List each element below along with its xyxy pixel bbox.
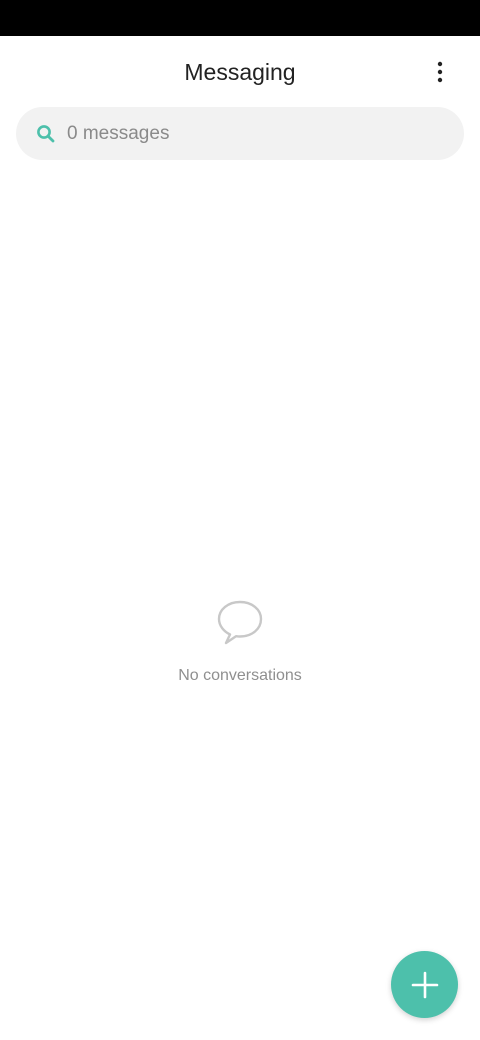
search-icon	[36, 124, 56, 144]
chat-bubble-icon	[216, 598, 264, 648]
search-bar[interactable]	[16, 107, 464, 160]
new-conversation-button[interactable]	[391, 951, 458, 1018]
more-vertical-icon	[437, 61, 443, 83]
messaging-screen: Messaging No conversations	[0, 0, 480, 1040]
status-bar	[0, 0, 480, 36]
search-input[interactable]	[67, 118, 427, 149]
more-options-button[interactable]	[422, 56, 458, 88]
page-title: Messaging	[184, 59, 296, 85]
empty-state-text: No conversations	[178, 667, 302, 684]
app-bar: Messaging	[0, 36, 480, 108]
plus-icon	[411, 971, 438, 998]
empty-state: No conversations	[0, 598, 480, 686]
